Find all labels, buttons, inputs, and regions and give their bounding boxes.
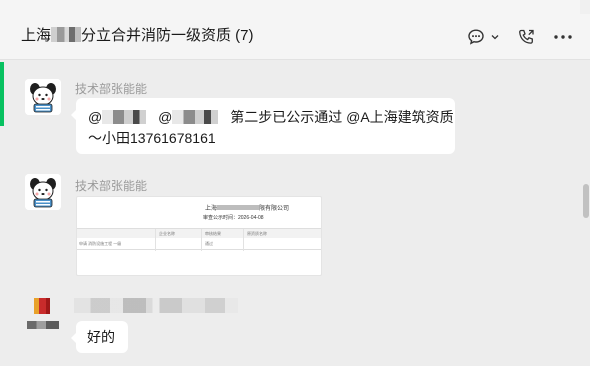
avatar[interactable] <box>25 174 61 210</box>
redacted-sender <box>74 298 238 313</box>
chat-title[interactable]: 上海 分立合并消防一级资质 (7) <box>21 27 254 45</box>
redacted-text <box>217 205 260 210</box>
message-text: 第二步已公示通过 @A上海建筑资质 <box>230 109 454 125</box>
mention[interactable]: @ <box>88 109 102 125</box>
more-icon <box>554 35 572 39</box>
chat-header: 上海 分立合并消防一级资质 (7) <box>0 0 590 60</box>
redacted-name <box>27 321 59 329</box>
chat-title-suffix: 分立合并消防一级资质 (7) <box>81 27 254 44</box>
message-text: ～小田13761678161 <box>88 130 216 146</box>
cartoon-dog-avatar-icon <box>25 79 61 115</box>
phone-icon <box>519 29 534 44</box>
redacted-text <box>51 27 82 42</box>
doc-subtitle: 审查公示时间：2026-04-08 <box>203 215 264 221</box>
doc-title: 上海 限有限公司 <box>205 205 290 212</box>
doc-table-header <box>77 229 321 238</box>
message-text: 好的 <box>87 329 115 345</box>
cartoon-dog-avatar-icon <box>25 174 61 210</box>
message-bubble[interactable]: @ @ 第二步已公示通过 @A上海建筑资质 ～小田13761678161 <box>71 98 455 154</box>
mention[interactable]: @ <box>158 109 172 125</box>
image-message[interactable]: 上海 限有限公司 审查公示时间：2026-04-08 企业名称 审核结果 原资质名… <box>76 196 322 276</box>
doc-col-header: 原资质名称 <box>247 231 267 236</box>
call-button[interactable] <box>517 26 536 48</box>
doc-table: 企业名称 审核结果 原资质名称 申请 消防设施工程 一级 通过 <box>77 228 321 251</box>
redacted-mention <box>102 110 147 124</box>
doc-divider <box>201 229 202 251</box>
message-bubble[interactable]: 好的 <box>71 321 128 353</box>
redacted-mention <box>172 110 219 124</box>
chevron-down-icon <box>491 35 499 40</box>
sender-name: 技术部张能能 <box>75 179 148 193</box>
chat-options-button[interactable] <box>467 26 500 48</box>
doc-cell: 通过 <box>205 241 213 246</box>
chat-title-prefix: 上海 <box>21 27 52 44</box>
sender-name: 技术部张能能 <box>75 82 148 96</box>
more-button[interactable] <box>553 26 573 48</box>
doc-cell: 申请 消防设施工程 一级 <box>79 241 122 246</box>
scrollbar-thumb[interactable] <box>583 184 589 218</box>
message-line: @ @ 第二步已公示通过 @A上海建筑资质 <box>88 107 454 128</box>
doc-divider <box>243 229 244 251</box>
selected-indicator <box>0 62 4 126</box>
doc-col-header: 企业名称 <box>159 231 175 236</box>
chat-bubble-icon <box>468 29 484 45</box>
avatar[interactable] <box>25 79 61 115</box>
scroll-top-edge <box>580 0 590 14</box>
avatar[interactable] <box>34 298 50 314</box>
doc-divider <box>155 229 156 251</box>
doc-col-header: 审核结果 <box>205 231 221 236</box>
